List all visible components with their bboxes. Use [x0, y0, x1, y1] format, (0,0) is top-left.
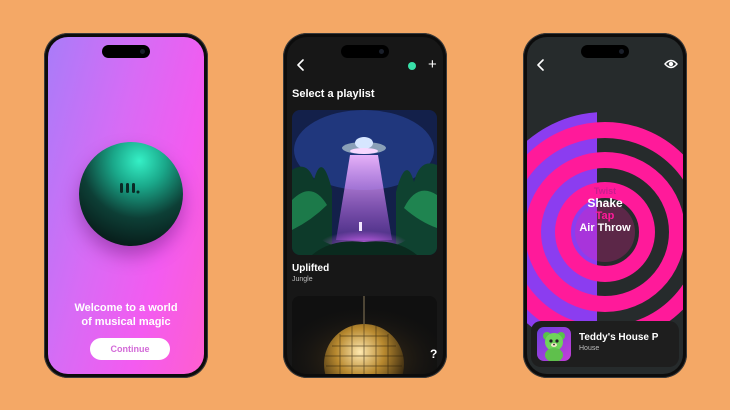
status-dot: [408, 62, 416, 70]
disco-ball-artwork: [292, 296, 437, 374]
back-arrow-icon[interactable]: [535, 59, 547, 71]
brand-logo-icon: [120, 183, 140, 194]
onboarding-screen: Welcome to a world of musical magic Cont…: [48, 37, 204, 374]
teddy-bear-artwork: [543, 332, 565, 361]
dynamic-island: [581, 45, 629, 58]
brand-orb: [79, 142, 183, 246]
plus-icon[interactable]: +: [428, 57, 437, 72]
playlist-name: Uplifted: [292, 263, 330, 274]
eye-icon[interactable]: [664, 58, 678, 70]
gesture-air-throw: Air Throw: [579, 222, 631, 234]
now-playing-bar[interactable]: Teddy's House P House: [531, 321, 679, 367]
playlist-screen: + Select a playlist Uplifted Jungle ?: [287, 37, 443, 374]
welcome-line-1: Welcome to a world: [74, 302, 178, 314]
dynamic-island: [341, 45, 389, 58]
gesture-shake: Shake: [587, 196, 623, 210]
welcome-message: Welcome to a world of musical magic: [48, 301, 204, 329]
phone-playlist: + Select a playlist Uplifted Jungle ?: [283, 33, 447, 378]
phone-onboarding: Welcome to a world of musical magic Cont…: [44, 33, 208, 378]
track-artwork: [537, 327, 571, 361]
continue-button[interactable]: Continue: [90, 338, 170, 360]
page-title: Select a playlist: [292, 88, 375, 100]
back-arrow-icon[interactable]: [295, 59, 307, 71]
ufo-jungle-artwork: [292, 110, 437, 255]
gesture-twist: Twist: [593, 186, 617, 196]
gesture-tap: Tap: [595, 210, 615, 222]
dynamic-island: [102, 45, 150, 58]
playlist-card-disco[interactable]: [292, 296, 437, 374]
welcome-line-2: of musical magic: [81, 316, 171, 328]
gesture-list: Twist Shake Tap Air Throw: [527, 187, 683, 235]
track-genre: House: [579, 345, 600, 352]
help-icon[interactable]: ?: [430, 347, 437, 361]
playlist-genre: Jungle: [292, 276, 313, 283]
phone-game: Twist Shake Tap Air Throw Teddy's House …: [523, 33, 687, 378]
game-screen: Twist Shake Tap Air Throw Teddy's House …: [527, 37, 683, 374]
track-title: Teddy's House P: [579, 332, 659, 343]
playlist-card-uplifted[interactable]: [292, 110, 437, 255]
